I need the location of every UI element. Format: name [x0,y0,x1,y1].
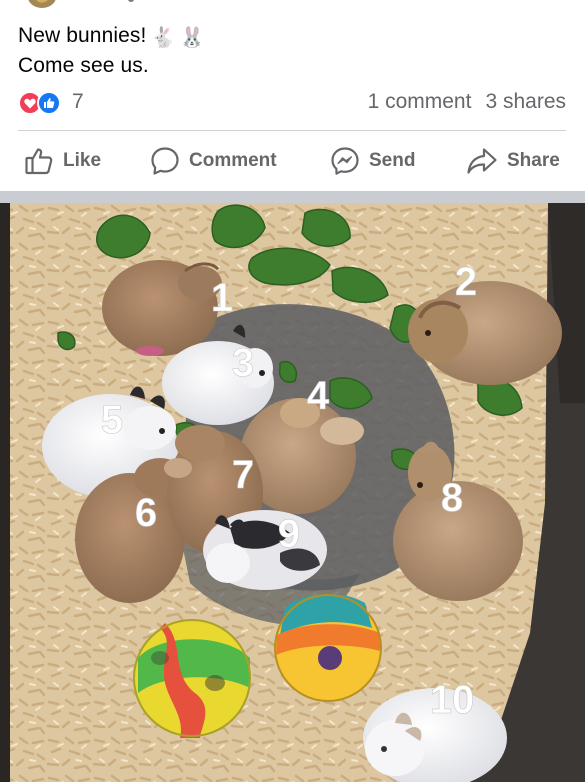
header-dot [128,0,134,2]
toy-ball-left [133,619,251,738]
like-icon [37,91,61,115]
like-label: Like [63,150,102,171]
like-button[interactable]: Like [24,138,101,184]
label-5: 5 [101,398,123,442]
toy-ball-right [274,593,382,702]
post-actions-bar: Like Comment Send Share [0,138,585,184]
send-label: Send [369,150,416,171]
label-8: 8 [441,476,463,520]
caption-line-2: Come see us. [18,54,149,77]
label-9: 9 [278,512,300,556]
messenger-icon [331,147,359,175]
share-arrow-icon [467,148,497,174]
divider [18,130,566,131]
bunny-9 [203,510,327,590]
label-10: 10 [430,678,475,722]
label-2: 2 [455,260,477,304]
post-separator [0,191,585,203]
rabbit-face-emoji: 🐰 [179,27,205,49]
caption-line-1: New bunnies! 🐇 🐰 [18,22,204,52]
reaction-icons[interactable] [18,91,68,115]
caption-text-1: New bunnies! [18,24,147,47]
comment-label: Comment [189,150,277,171]
facebook-post: New bunnies! 🐇 🐰 Come see us. 7 1 comment 3… [0,0,585,782]
comment-button[interactable]: Comment [150,138,277,184]
post-photo[interactable]: 1 2 3 4 5 6 7 8 9 10 [0,203,585,782]
label-7: 7 [232,453,254,497]
rabbit-emoji: 🐇 [150,27,176,49]
share-button[interactable]: Share [466,138,560,184]
speech-bubble-icon [151,147,179,175]
label-1: 1 [211,276,233,320]
comment-count-link[interactable]: 1 comment [368,90,472,113]
label-6: 6 [135,491,157,535]
thumbs-up-icon [25,148,53,175]
share-count-link[interactable]: 3 shares [485,90,566,113]
bunny-photo: 1 2 3 4 5 6 7 8 9 10 [0,203,585,782]
reaction-count[interactable]: 7 [72,90,84,114]
share-label: Share [507,150,560,171]
send-button[interactable]: Send [330,138,415,184]
label-3: 3 [232,341,254,385]
engagement-stats: 1 comment 3 shares [354,90,566,114]
label-4: 4 [307,374,330,418]
profile-avatar-partial[interactable] [28,0,56,8]
post-caption: New bunnies! 🐇 🐰 Come see us. [18,22,204,79]
reactions-row: 7 1 comment 3 shares [18,88,566,118]
